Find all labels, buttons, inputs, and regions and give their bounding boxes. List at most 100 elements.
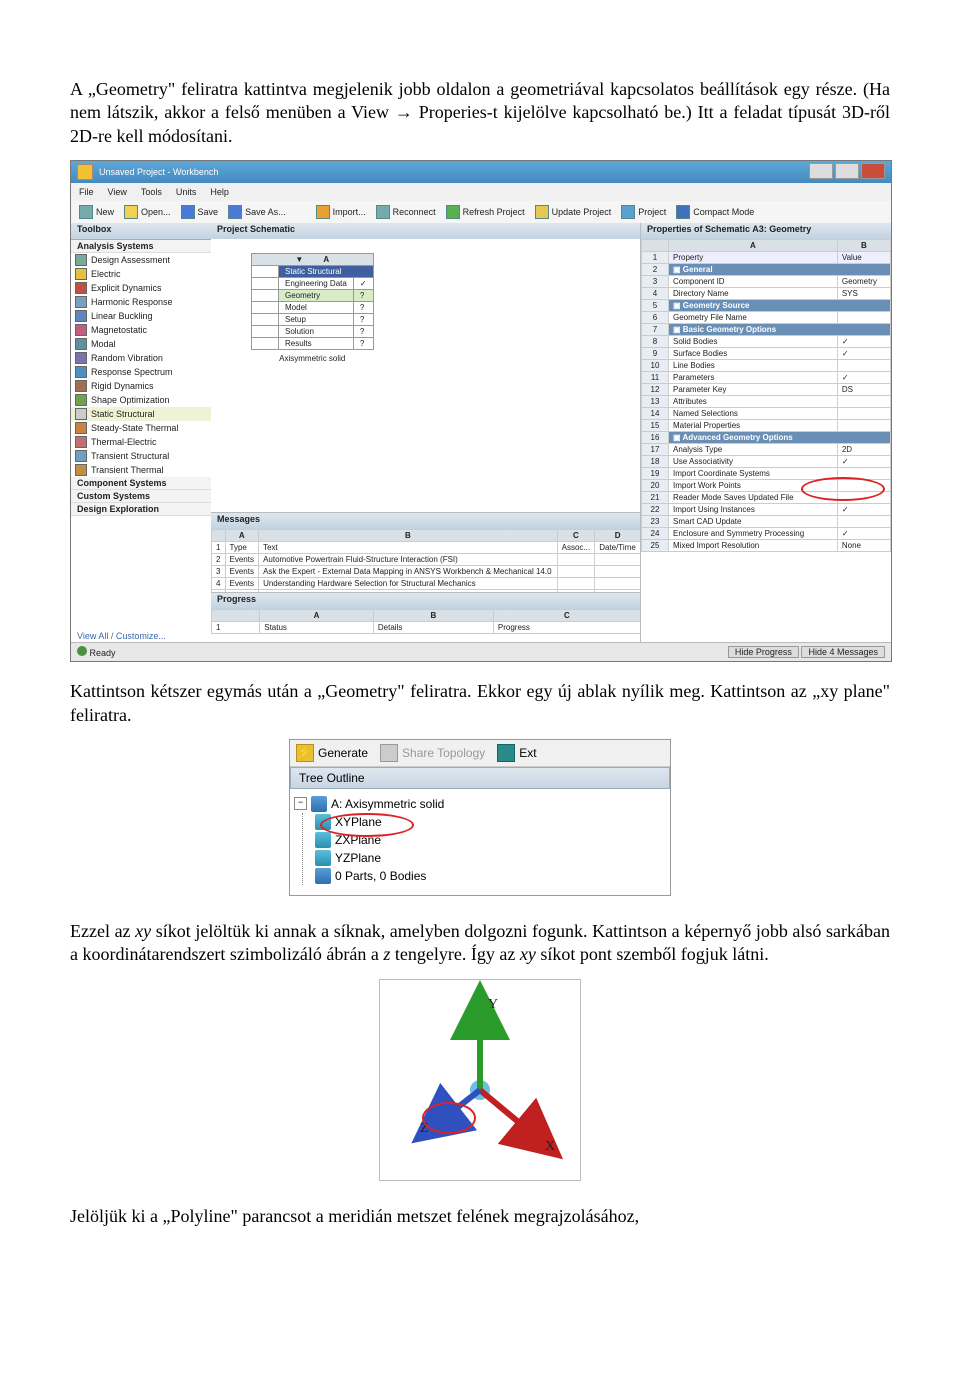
menu-help[interactable]: Help: [210, 187, 229, 197]
sidebar-item[interactable]: Shape Optimization: [71, 393, 211, 407]
tree-outline[interactable]: − A: Axisymmetric solid XYPlane ZXPlane …: [290, 789, 670, 895]
property-row[interactable]: 9Surface Bodies✓: [642, 348, 891, 360]
sidebar-item[interactable]: Rigid Dynamics: [71, 379, 211, 393]
property-row[interactable]: 16▣ Advanced Geometry Options: [642, 432, 891, 444]
y-label: Y: [488, 997, 498, 1012]
property-row[interactable]: 24Enclosure and Symmetry Processing✓: [642, 528, 891, 540]
schematic-engineering-data[interactable]: Engineering Data: [279, 278, 354, 290]
property-row[interactable]: 23Smart CAD Update: [642, 516, 891, 528]
sidebar-item[interactable]: Modal: [71, 337, 211, 351]
schematic-setup[interactable]: Setup: [279, 314, 354, 326]
sidebar-item[interactable]: Harmonic Response: [71, 295, 211, 309]
properties-table[interactable]: AB 1PropertyValue 2▣ General3Component I…: [641, 239, 891, 552]
dm-toolbar[interactable]: ⚡ Generate Share Topology Ext: [290, 740, 670, 767]
property-row[interactable]: 8Solid Bodies✓: [642, 336, 891, 348]
system-icon: [75, 380, 87, 392]
sidebar-item[interactable]: Static Structural: [71, 407, 211, 421]
schematic-table[interactable]: ▼ A 1Static Structural 2Engineering Data…: [251, 253, 374, 350]
property-row[interactable]: 5▣ Geometry Source: [642, 300, 891, 312]
hide-progress-button[interactable]: Hide Progress: [728, 646, 799, 658]
property-row[interactable]: 20Import Work Points: [642, 480, 891, 492]
property-row[interactable]: 3Component IDGeometry: [642, 276, 891, 288]
property-row[interactable]: 2▣ General: [642, 264, 891, 276]
message-row[interactable]: 2EventsAutomotive Powertrain Fluid-Struc…: [212, 554, 641, 566]
schematic-title[interactable]: Static Structural: [279, 266, 374, 278]
menu-tools[interactable]: Tools: [141, 187, 162, 197]
collapse-icon[interactable]: −: [294, 797, 307, 810]
ext-button[interactable]: Ext: [497, 744, 536, 762]
sidebar-item[interactable]: Electric: [71, 267, 211, 281]
menu-units[interactable]: Units: [176, 187, 197, 197]
property-row[interactable]: 25Mixed Import ResolutionNone: [642, 540, 891, 552]
tb-update[interactable]: Update Project: [535, 205, 612, 219]
property-row[interactable]: 4Directory NameSYS: [642, 288, 891, 300]
component-systems-section[interactable]: Component Systems: [71, 477, 211, 490]
property-row[interactable]: 22Import Using Instances✓: [642, 504, 891, 516]
share-topology-button[interactable]: Share Topology: [380, 744, 485, 762]
property-row[interactable]: 18Use Associativity✓: [642, 456, 891, 468]
property-row[interactable]: 15Material Properties: [642, 420, 891, 432]
sidebar-item[interactable]: Design Assessment: [71, 253, 211, 267]
property-row[interactable]: 13Attributes: [642, 396, 891, 408]
sidebar-item[interactable]: Steady-State Thermal: [71, 421, 211, 435]
menu-view[interactable]: View: [108, 187, 127, 197]
sidebar-item[interactable]: Magnetostatic: [71, 323, 211, 337]
property-row[interactable]: 12Parameter KeyDS: [642, 384, 891, 396]
system-icon: [75, 254, 87, 266]
sidebar-item[interactable]: Explicit Dynamics: [71, 281, 211, 295]
property-row[interactable]: 6Geometry File Name: [642, 312, 891, 324]
tree-yzplane[interactable]: YZPlane: [315, 849, 666, 867]
toolbar[interactable]: New Open... Save Save As... Import... Re…: [71, 201, 891, 224]
tb-new[interactable]: New: [79, 205, 114, 219]
sidebar-item[interactable]: Thermal-Electric: [71, 435, 211, 449]
analysis-systems-section[interactable]: Analysis Systems: [71, 240, 211, 253]
property-row[interactable]: 10Line Bodies: [642, 360, 891, 372]
tb-saveas[interactable]: Save As...: [228, 205, 286, 219]
message-row[interactable]: 3EventsAsk the Expert - External Data Ma…: [212, 566, 641, 578]
property-row[interactable]: 17Analysis Type2D: [642, 444, 891, 456]
paragraph-3: Ezzel az xy síkot jelöltük ki annak a sí…: [70, 920, 890, 967]
menu-file[interactable]: File: [79, 187, 94, 197]
tb-save[interactable]: Save: [181, 205, 219, 219]
sidebar-item[interactable]: Response Spectrum: [71, 365, 211, 379]
maximize-button[interactable]: [835, 163, 859, 179]
schematic-model[interactable]: Model: [279, 302, 354, 314]
tree-zxplane[interactable]: ZXPlane: [315, 831, 666, 849]
view-all-link[interactable]: View All / Customize...: [77, 631, 166, 641]
tree-parts[interactable]: 0 Parts, 0 Bodies: [315, 867, 666, 885]
schematic-results[interactable]: Results: [279, 338, 354, 350]
window-controls[interactable]: [809, 163, 885, 179]
message-row[interactable]: 4EventsUnderstanding Hardware Selection …: [212, 578, 641, 590]
tree-xyplane[interactable]: XYPlane: [315, 813, 666, 831]
custom-systems-section[interactable]: Custom Systems: [71, 490, 211, 503]
tb-reconnect[interactable]: Reconnect: [376, 205, 436, 219]
property-row[interactable]: 21Reader Mode Saves Updated File: [642, 492, 891, 504]
hide-messages-button[interactable]: Hide 4 Messages: [801, 646, 885, 658]
tb-compact[interactable]: Compact Mode: [676, 205, 754, 219]
tb-refresh[interactable]: Refresh Project: [446, 205, 525, 219]
x-axis[interactable]: [480, 1090, 540, 1140]
coordinate-triad[interactable]: Y X Z: [380, 980, 580, 1180]
tb-import[interactable]: Import...: [316, 205, 366, 219]
close-button[interactable]: [861, 163, 885, 179]
sidebar-item[interactable]: Random Vibration: [71, 351, 211, 365]
update-icon: [535, 205, 549, 219]
property-row[interactable]: 14Named Selections: [642, 408, 891, 420]
tb-open[interactable]: Open...: [124, 205, 171, 219]
property-row[interactable]: 19Import Coordinate Systems: [642, 468, 891, 480]
design-exploration-section[interactable]: Design Exploration: [71, 503, 211, 516]
property-row[interactable]: 11Parameters✓: [642, 372, 891, 384]
sidebar-item[interactable]: Transient Structural: [71, 449, 211, 463]
property-row[interactable]: 7▣ Basic Geometry Options: [642, 324, 891, 336]
sidebar-item[interactable]: Transient Thermal: [71, 463, 211, 477]
system-icon: [75, 268, 87, 280]
minimize-button[interactable]: [809, 163, 833, 179]
tb-project[interactable]: Project: [621, 205, 666, 219]
schematic-geometry[interactable]: Geometry: [279, 290, 354, 302]
tree-root[interactable]: − A: Axisymmetric solid: [294, 795, 666, 813]
sidebar-item[interactable]: Linear Buckling: [71, 309, 211, 323]
menu-bar[interactable]: File View Tools Units Help: [71, 183, 891, 201]
generate-button[interactable]: ⚡ Generate: [296, 744, 368, 762]
schematic-cell[interactable]: ▼ A 1Static Structural 2Engineering Data…: [251, 253, 374, 363]
schematic-solution[interactable]: Solution: [279, 326, 354, 338]
